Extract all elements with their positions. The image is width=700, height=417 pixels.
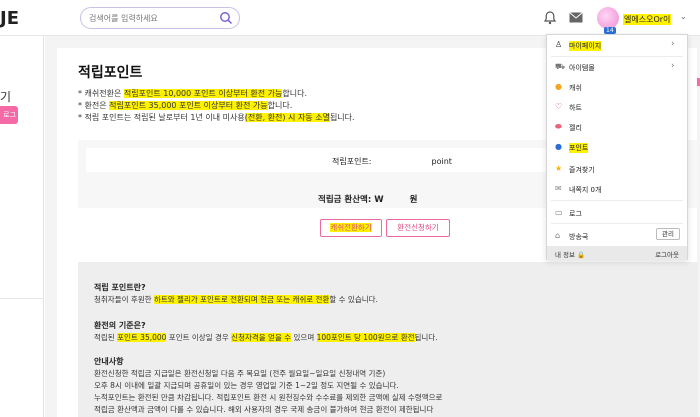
broadcast-icon: ⌂ bbox=[555, 231, 561, 240]
info-text: 오후 8시 이내에 일괄 지급되며 공휴일이 있는 경우 영업일 기준 1~2일… bbox=[94, 381, 399, 390]
info-heading: 안내사항 bbox=[94, 357, 124, 366]
heart-icon: ♡ bbox=[555, 102, 563, 111]
star-icon: ★ bbox=[555, 164, 563, 173]
chevron-down-icon[interactable]: ⌄ bbox=[680, 12, 687, 21]
monitor-icon: ▭ bbox=[555, 208, 563, 217]
points-value: 적립포인트: point bbox=[332, 157, 452, 166]
jelly-icon: ⬬ bbox=[555, 122, 562, 131]
menu-item-jelly[interactable]: ⬬ 젤리 bbox=[547, 117, 687, 137]
note-line: * 캐쉬전환은 적립포인트 10,000 포인트 이상부터 환전 가능합니다. bbox=[78, 89, 307, 98]
divider bbox=[551, 223, 683, 224]
top-bar: JE 14 엘에스오Or이 ⌄ bbox=[0, 0, 700, 36]
login-button[interactable]: 로그인 bbox=[0, 106, 18, 137]
bell-icon[interactable] bbox=[544, 11, 556, 25]
info-text: 적립된 포인트 35,000 포인트 이상일 경우 신청자격을 얻을 수 있으며… bbox=[94, 333, 438, 342]
nickname-label[interactable]: 엘에스오Or이 bbox=[623, 14, 672, 25]
refund-request-button[interactable]: 환전신청하기 bbox=[386, 219, 450, 237]
person-icon: ♙ bbox=[555, 40, 563, 49]
cart-icon: ⛟ bbox=[555, 62, 566, 71]
convert-value: 적립금 환산액: W원 bbox=[318, 195, 418, 205]
info-heading: 환전의 기준은? bbox=[94, 321, 146, 330]
my-info-link[interactable]: 내 정보 🔒 bbox=[555, 249, 585, 259]
note-line: * 적립 포인트는 적립된 날로부터 1년 이내 미사용(전환, 환전) 시 자… bbox=[78, 113, 355, 122]
menu-item-point[interactable]: ● 포인트 bbox=[547, 137, 687, 157]
manage-button[interactable]: 관리 bbox=[656, 228, 680, 240]
point-icon: ● bbox=[555, 142, 562, 151]
lock-icon: 🔒 bbox=[577, 251, 586, 259]
cash-convert-button[interactable]: 캐쉬전환하기 bbox=[320, 219, 382, 237]
menu-item-heart[interactable]: ♡ 하트 bbox=[547, 97, 687, 117]
menu-item-log[interactable]: ▭ 로그 bbox=[547, 203, 687, 223]
page-title: 적립포인트 bbox=[78, 65, 143, 81]
user-dropdown-menu: ♙ 마이페이지 › ⛟ 아이템몰 › ● 캐쉬 ♡ 하트 ⬬ 젤리 ● 포인트 ★ 즐겨찾기 ✉ 내… bbox=[546, 34, 688, 260]
search-input[interactable] bbox=[89, 11, 215, 25]
message-icon: ✉ bbox=[555, 184, 562, 193]
menu-item-itemmall[interactable]: ⛟ 아이템몰 › bbox=[547, 57, 687, 77]
chevron-right-icon: › bbox=[671, 61, 675, 71]
info-text: 환전신청한 적립금 지급일은 환전신청일 다음 주 목요일 (전주 월요일~일요… bbox=[94, 369, 386, 378]
info-heading: 적립 포인트란? bbox=[94, 283, 146, 292]
site-logo[interactable]: JE bbox=[0, 8, 19, 29]
level-badge: 14 bbox=[604, 27, 616, 34]
search-box[interactable] bbox=[80, 7, 240, 29]
info-text: 누적포인트는 환전된 만큼 차감됩니다. 적립포인트 환전 시 원천징수와 수수… bbox=[94, 393, 443, 402]
note-line: * 환전은 적립포인트 35,000 포인트 이상부터 환전 가능합니다. bbox=[78, 101, 293, 110]
divider bbox=[0, 298, 44, 299]
search-icon[interactable] bbox=[219, 11, 233, 25]
menu-item-cash[interactable]: ● 캐쉬 bbox=[547, 77, 687, 97]
coin-icon: ● bbox=[555, 82, 562, 91]
info-text: 적립금 환산액과 금액이 다를 수 있습니다. 해외 사용자의 경우 국제 송금… bbox=[94, 405, 434, 414]
left-sidebar: 기 로그인 bbox=[0, 36, 44, 417]
logout-link[interactable]: 로그아웃 bbox=[655, 249, 679, 259]
info-text: 청취자들이 후원한 하트와 젤리가 포인트로 전환되며 현금 또는 캐쉬로 전환… bbox=[94, 295, 378, 304]
dropdown-footer: 내 정보 🔒 로그아웃 bbox=[547, 246, 687, 260]
points-inner-box bbox=[86, 148, 546, 172]
menu-item-mypage[interactable]: ♙ 마이페이지 › bbox=[547, 35, 687, 55]
mail-icon[interactable] bbox=[569, 12, 583, 23]
chevron-right-icon: › bbox=[671, 39, 675, 49]
menu-item-messages[interactable]: ✉ 내쪽지 0개 bbox=[547, 179, 687, 199]
divider bbox=[551, 200, 683, 201]
menu-item-favorites[interactable]: ★ 즐겨찾기 bbox=[547, 159, 687, 179]
sidebar-text: 기 bbox=[0, 90, 12, 104]
avatar[interactable] bbox=[597, 7, 619, 29]
